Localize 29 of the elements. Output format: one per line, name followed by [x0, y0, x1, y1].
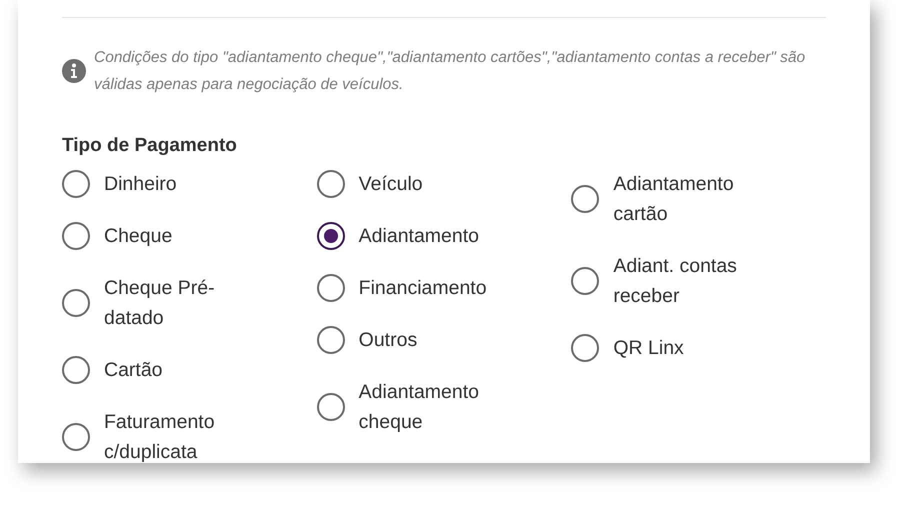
- radio-button[interactable]: [571, 334, 600, 362]
- radio-option[interactable]: Dinheiro: [62, 168, 317, 198]
- radio-button[interactable]: [316, 326, 345, 354]
- radio-option[interactable]: Adiantamento cartão: [571, 168, 826, 228]
- radio-option[interactable]: Faturamento c/duplicata: [62, 406, 317, 463]
- radio-button[interactable]: [62, 288, 90, 316]
- radio-option[interactable]: Financiamento: [316, 272, 572, 302]
- radio-option[interactable]: Veículo: [316, 168, 572, 198]
- radio-button[interactable]: [316, 392, 345, 420]
- radio-button[interactable]: [316, 170, 345, 198]
- radio-option[interactable]: Cheque: [62, 220, 317, 250]
- radio-button[interactable]: [571, 266, 600, 294]
- radio-option[interactable]: Outros: [316, 324, 572, 354]
- radio-button[interactable]: [571, 184, 600, 212]
- radio-button[interactable]: [62, 356, 90, 384]
- radio-button[interactable]: [62, 170, 90, 198]
- info-icon: [62, 59, 86, 83]
- radio-option[interactable]: Cheque Pré-datado: [62, 272, 317, 332]
- notice-text: Condições do tipo "adiantamento cheque","adiantamento cartões","adiantamento contas a receber" são válidas apenas para negociação de veículos.: [94, 48, 806, 95]
- radio-option[interactable]: Adiantamento cheque: [316, 376, 572, 436]
- radio-option[interactable]: Cartão: [62, 354, 317, 384]
- radio-option[interactable]: Adiant. contas receber: [571, 250, 826, 310]
- field-label: Tipo de Pagamento: [62, 134, 238, 158]
- radio-button[interactable]: [316, 274, 345, 302]
- radio-button[interactable]: [316, 222, 345, 250]
- radio-button[interactable]: [62, 422, 90, 450]
- radio-option[interactable]: QR Linx: [571, 332, 826, 362]
- radio-button[interactable]: [62, 222, 90, 250]
- radio-option[interactable]: Adiantamento: [316, 220, 572, 250]
